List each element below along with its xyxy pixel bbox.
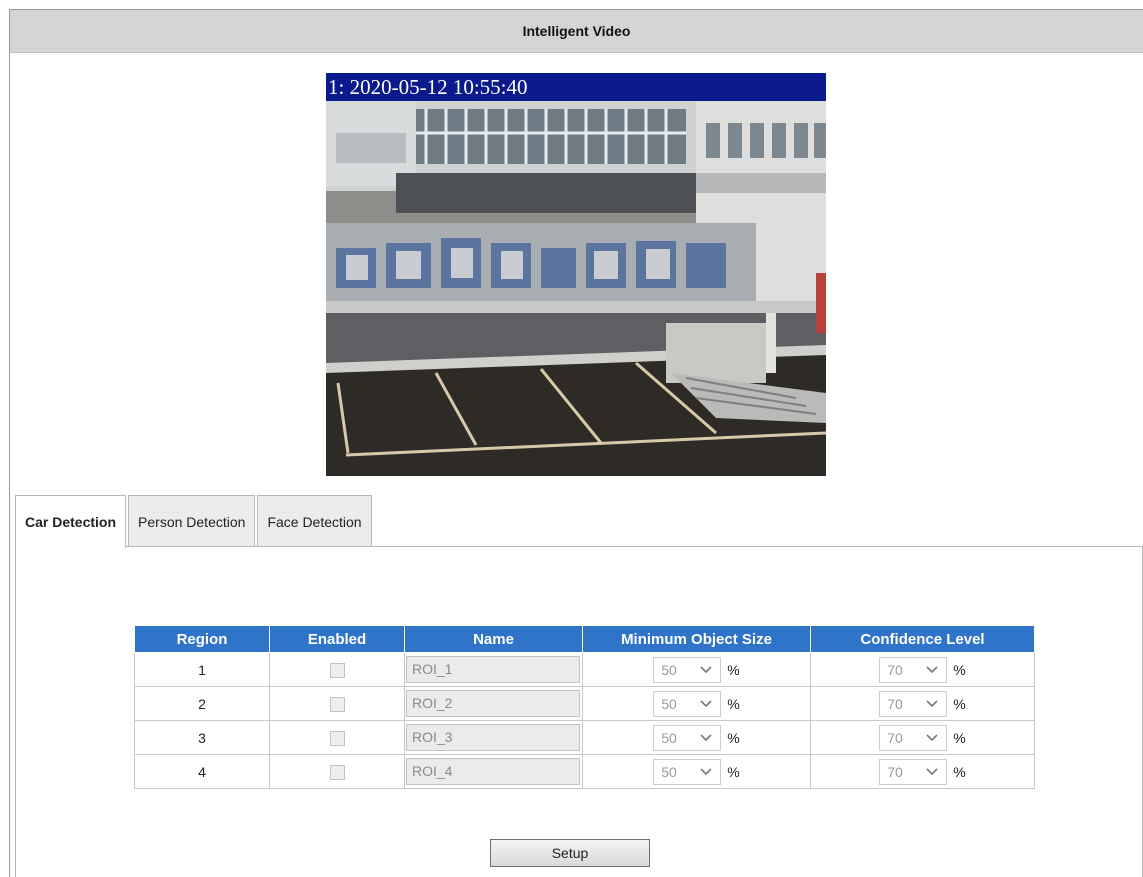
chevron-down-icon	[700, 699, 712, 707]
name-field[interactable]: ROI_2	[406, 690, 580, 717]
page-title: Intelligent Video	[10, 10, 1143, 53]
name-cell: ROI_4	[404, 754, 583, 789]
confidence-unit: %	[953, 729, 966, 746]
enabled-cell	[269, 754, 405, 789]
name-cell: ROI_3	[404, 720, 583, 755]
table-header-row: Region Enabled Name Minimum Object Size …	[134, 625, 1035, 653]
enabled-cell	[269, 686, 405, 721]
name-field[interactable]: ROI_3	[406, 724, 580, 751]
chevron-down-icon	[926, 733, 938, 741]
confidence-value: 70	[887, 695, 903, 712]
detection-tabs: Car Detection Person Detection Face Dete…	[15, 495, 374, 548]
confidence-value: 70	[887, 763, 903, 780]
car-detection-panel: Region Enabled Name Minimum Object Size …	[15, 546, 1143, 877]
camera-image	[326, 73, 826, 476]
enabled-cell	[269, 720, 405, 755]
video-preview: 1: 2020-05-12 10:55:40	[326, 73, 826, 476]
header-region: Region	[134, 625, 270, 653]
confidence-select[interactable]: 70	[879, 724, 948, 751]
confidence-select[interactable]: 70	[879, 690, 948, 717]
table-row: 3 ROI_3 50% 70%	[134, 720, 1035, 755]
min-size-cell: 50%	[582, 686, 811, 721]
confidence-unit: %	[953, 763, 966, 780]
table-row: 1 ROI_1 50% 70%	[134, 652, 1035, 687]
confidence-cell: 70%	[810, 652, 1035, 687]
min-size-select[interactable]: 50	[653, 656, 722, 683]
min-size-unit: %	[727, 729, 740, 746]
confidence-cell: 70%	[810, 720, 1035, 755]
confidence-value: 70	[887, 729, 903, 746]
header-enabled: Enabled	[269, 625, 405, 653]
name-field[interactable]: ROI_1	[406, 656, 580, 683]
chevron-down-icon	[926, 665, 938, 673]
chevron-down-icon	[700, 733, 712, 741]
name-field[interactable]: ROI_4	[406, 758, 580, 785]
enabled-cell	[269, 652, 405, 687]
min-size-value: 50	[661, 695, 677, 712]
header-name: Name	[404, 625, 583, 653]
min-size-select[interactable]: 50	[653, 724, 722, 751]
enabled-checkbox[interactable]	[329, 696, 345, 712]
confidence-select[interactable]: 70	[879, 758, 948, 785]
region-number: 3	[134, 720, 270, 755]
tab-person-detection[interactable]: Person Detection	[128, 495, 256, 547]
setup-button[interactable]: Setup	[490, 839, 650, 867]
name-cell: ROI_1	[404, 652, 583, 687]
main-frame: Intelligent Video 1: 2020-05-12 10:55:40…	[9, 9, 1143, 877]
min-size-select[interactable]: 50	[653, 758, 722, 785]
chevron-down-icon	[700, 767, 712, 775]
min-size-cell: 50%	[582, 720, 811, 755]
tab-car-detection[interactable]: Car Detection	[15, 495, 127, 548]
table-row: 2 ROI_2 50% 70%	[134, 686, 1035, 721]
header-min-object-size: Minimum Object Size	[582, 625, 811, 653]
chevron-down-icon	[700, 665, 712, 673]
min-size-value: 50	[661, 729, 677, 746]
min-size-cell: 50%	[582, 754, 811, 789]
chevron-down-icon	[926, 767, 938, 775]
region-number: 2	[134, 686, 270, 721]
confidence-cell: 70%	[810, 754, 1035, 789]
tab-face-detection[interactable]: Face Detection	[257, 495, 372, 547]
min-size-unit: %	[727, 661, 740, 678]
confidence-select[interactable]: 70	[879, 656, 948, 683]
confidence-unit: %	[953, 661, 966, 678]
video-timestamp: 1: 2020-05-12 10:55:40	[326, 73, 826, 101]
enabled-checkbox[interactable]	[329, 730, 345, 746]
enabled-checkbox[interactable]	[329, 662, 345, 678]
confidence-cell: 70%	[810, 686, 1035, 721]
confidence-value: 70	[887, 661, 903, 678]
header-confidence-level: Confidence Level	[810, 625, 1035, 653]
name-cell: ROI_2	[404, 686, 583, 721]
roi-table: Region Enabled Name Minimum Object Size …	[134, 625, 1035, 789]
min-size-value: 50	[661, 661, 677, 678]
region-number: 4	[134, 754, 270, 789]
min-size-unit: %	[727, 763, 740, 780]
region-number: 1	[134, 652, 270, 687]
enabled-checkbox[interactable]	[329, 764, 345, 780]
min-size-cell: 50%	[582, 652, 811, 687]
min-size-select[interactable]: 50	[653, 690, 722, 717]
min-size-unit: %	[727, 695, 740, 712]
min-size-value: 50	[661, 763, 677, 780]
table-row: 4 ROI_4 50% 70%	[134, 754, 1035, 789]
chevron-down-icon	[926, 699, 938, 707]
confidence-unit: %	[953, 695, 966, 712]
